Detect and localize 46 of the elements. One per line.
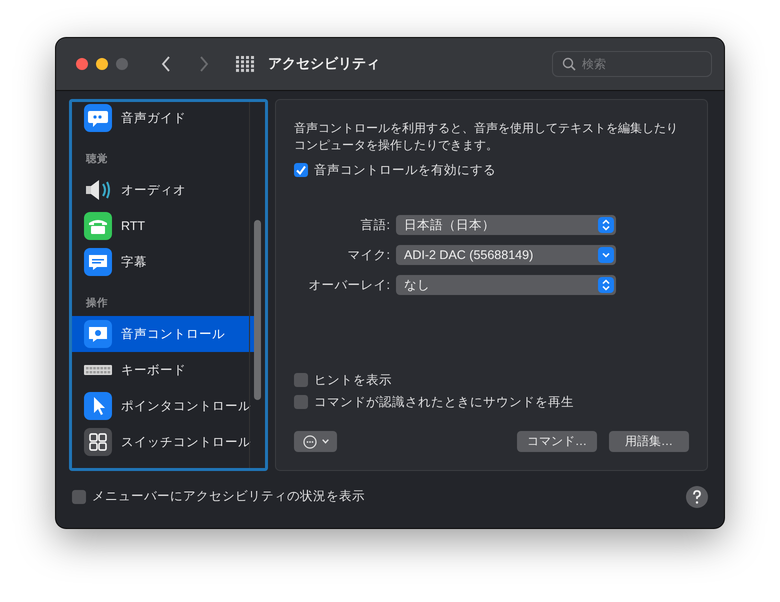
popup-menu[interactable]: なし xyxy=(396,275,616,295)
speech-bubble-icon xyxy=(84,104,112,132)
voice-control-icon xyxy=(84,320,112,348)
search-icon xyxy=(562,57,576,71)
checkbox-label: メニューバーにアクセシビリティの状況を表示 xyxy=(92,488,365,505)
close-button[interactable] xyxy=(76,58,88,70)
push-button[interactable]: 用語集… xyxy=(609,431,689,452)
checkbox-label: コマンドが認識されたときにサウンドを再生 xyxy=(314,394,574,410)
field-label: 言語: xyxy=(360,216,390,234)
popup-menu[interactable]: 日本語（日本） xyxy=(396,215,616,235)
field-label: マイク: xyxy=(346,246,390,264)
checkbox[interactable] xyxy=(294,373,308,387)
grid-icon[interactable] xyxy=(236,56,254,72)
forward-icon[interactable] xyxy=(198,55,210,73)
sidebar-item[interactable]: キーボード xyxy=(72,352,258,388)
sidebar-item[interactable]: オーディオ xyxy=(72,172,258,208)
chevron-down-icon xyxy=(598,247,614,263)
window-title: アクセシビリティ xyxy=(268,55,380,73)
search-field[interactable]: 検索 xyxy=(552,51,712,77)
checkbox[interactable] xyxy=(72,490,86,504)
chevron-down-icon xyxy=(322,439,328,444)
caption-bubble-icon xyxy=(84,248,112,276)
scrollbar-thumb[interactable] xyxy=(254,220,261,400)
more-options-button[interactable] xyxy=(294,431,337,452)
stepper-arrows-icon xyxy=(598,217,614,233)
telephone-icon xyxy=(84,212,112,240)
push-button[interactable]: コマンド… xyxy=(517,431,597,452)
popup-menu[interactable]: ADI-2 DAC (55688149) xyxy=(396,245,616,265)
field-label: オーバーレイ: xyxy=(308,276,390,294)
switch-grid-icon xyxy=(84,428,112,456)
checkbox-label: 音声コントロールを有効にする xyxy=(314,162,496,178)
ellipsis-circle-icon xyxy=(302,434,316,448)
back-icon[interactable] xyxy=(160,55,172,73)
sidebar-item[interactable]: 音声ガイド xyxy=(72,102,258,136)
stepper-arrows-icon xyxy=(598,277,614,293)
sidebar-item[interactable]: 字幕 xyxy=(72,244,258,280)
help-icon[interactable] xyxy=(686,486,708,508)
section-header: 聴覚 xyxy=(84,152,109,167)
checkbox-label: ヒントを表示 xyxy=(314,372,392,388)
pointer-icon xyxy=(84,392,112,420)
section-header: 操作 xyxy=(84,296,109,311)
checkbox[interactable] xyxy=(294,163,308,177)
description-text: 音声コントロールを利用すると、音声を使用してテキストを編集したりコンピュータを操作したりできます。 xyxy=(294,120,679,154)
sidebar-item[interactable]: RTT xyxy=(72,208,258,244)
checkbox[interactable] xyxy=(294,395,308,409)
minimize-button[interactable] xyxy=(96,58,108,70)
